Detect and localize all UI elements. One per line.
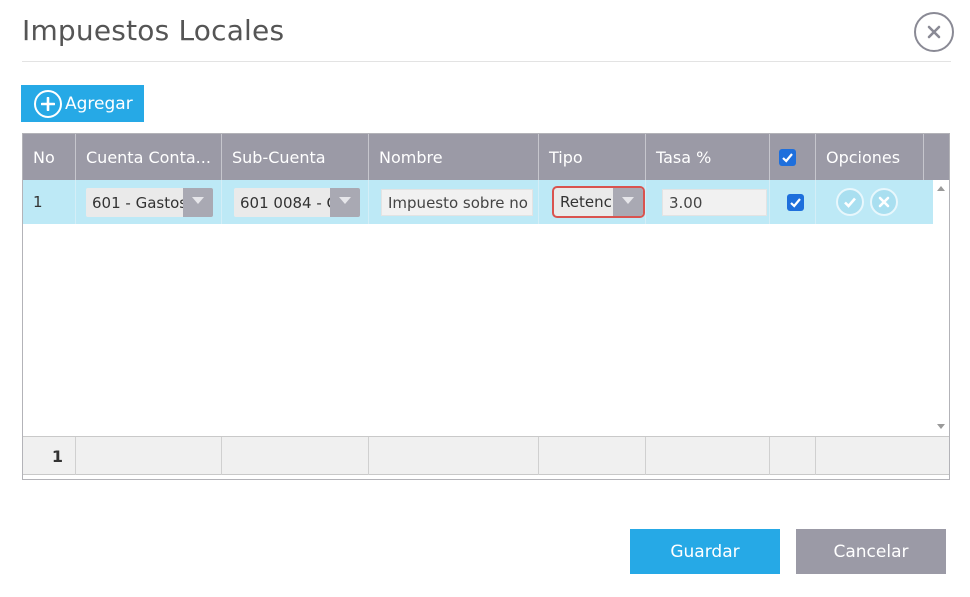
cell-tasa: 3.00 [646, 180, 770, 224]
chevron-down-icon[interactable] [183, 188, 213, 217]
close-button[interactable] [914, 12, 954, 52]
cell-no: 1 [23, 180, 76, 224]
table-row[interactable]: 1 601 - Gastos 601 0084 - C Impuesto sob… [23, 180, 933, 224]
scroll-down-icon[interactable] [937, 424, 945, 429]
dialog-title: Impuestos Locales [22, 14, 285, 47]
subcuenta-select-value: 601 0084 - C [240, 193, 337, 212]
footer-count: 1 [23, 437, 76, 475]
cuenta-select[interactable]: 601 - Gastos [86, 188, 213, 217]
add-button-label: Agregar [65, 93, 133, 114]
tipo-select-value: Retenc [560, 193, 612, 211]
confirm-button[interactable] [836, 188, 864, 216]
footer-cell [539, 437, 646, 475]
tasa-input[interactable]: 3.00 [662, 189, 767, 216]
plus-circle-icon [34, 89, 62, 118]
cuenta-select-value: 601 - Gastos [92, 193, 188, 212]
subcuenta-select[interactable]: 601 0084 - C [234, 188, 360, 217]
tipo-select[interactable]: Retenc [552, 186, 645, 218]
cell-opciones [816, 180, 933, 224]
column-header-no[interactable]: No [23, 134, 76, 180]
footer-cell [816, 437, 949, 475]
cell-check [770, 180, 816, 224]
column-header-tipo[interactable]: Tipo [539, 134, 646, 180]
grid-header: No Cuenta Conta... Sub-Cuenta Nombre Tip… [23, 134, 949, 180]
check-icon [790, 197, 801, 208]
grid-footer: 1 [23, 436, 949, 475]
footer-cell [646, 437, 770, 475]
cell-cuenta: 601 - Gastos [76, 180, 222, 224]
add-button[interactable]: Agregar [21, 85, 144, 122]
save-button[interactable]: Guardar [630, 529, 780, 574]
column-header-subcuenta[interactable]: Sub-Cuenta [222, 134, 369, 180]
footer-cell [76, 437, 222, 475]
cell-subcuenta: 601 0084 - C [222, 180, 369, 224]
nombre-input[interactable]: Impuesto sobre no [381, 189, 533, 216]
select-all-checkbox[interactable] [779, 148, 796, 166]
footer-cell [770, 437, 816, 475]
column-header-spacer [924, 134, 949, 180]
cancel-row-button[interactable] [870, 188, 898, 216]
close-icon [927, 25, 941, 39]
column-header-select-all [770, 134, 816, 180]
title-divider [22, 61, 951, 62]
chevron-down-icon[interactable] [330, 188, 360, 217]
vertical-scrollbar[interactable] [933, 180, 949, 436]
footer-cell [222, 437, 369, 475]
column-header-opciones: Opciones [816, 134, 924, 180]
footer-cell [369, 437, 539, 475]
chevron-down-icon[interactable] [613, 188, 643, 216]
cancel-button[interactable]: Cancelar [796, 529, 946, 574]
cell-nombre: Impuesto sobre no [369, 180, 539, 224]
check-icon [844, 197, 856, 208]
taxes-grid: No Cuenta Conta... Sub-Cuenta Nombre Tip… [22, 133, 950, 480]
check-icon [782, 152, 793, 163]
column-header-nombre[interactable]: Nombre [369, 134, 539, 180]
row-checkbox[interactable] [787, 193, 804, 211]
cell-tipo: Retenc [539, 180, 646, 224]
scroll-up-icon[interactable] [937, 186, 945, 191]
column-header-cuenta[interactable]: Cuenta Conta... [76, 134, 222, 180]
close-icon [878, 196, 890, 208]
column-header-tasa[interactable]: Tasa % [646, 134, 770, 180]
